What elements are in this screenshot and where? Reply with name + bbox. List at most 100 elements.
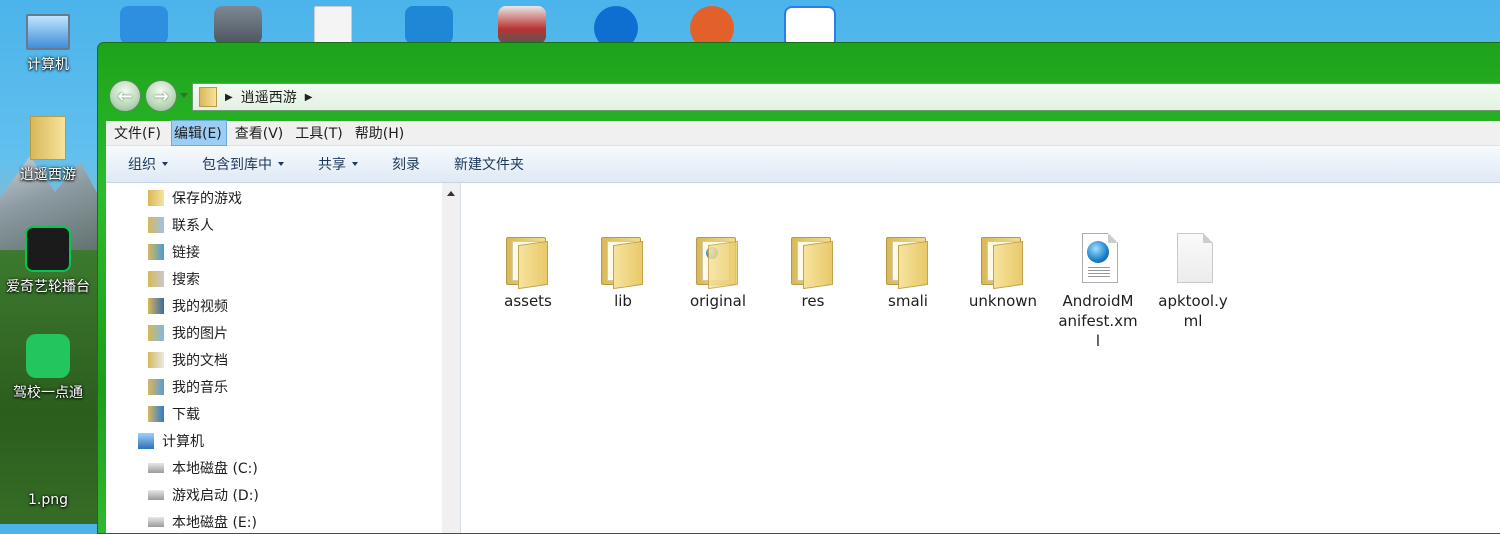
nav-item-drive-e[interactable]: 本地磁盘 (E:): [148, 511, 257, 533]
explorer-window: ← → ▶ 逍遥西游 ▶ 文件(F) 编辑(E) 查看(V) 工具(T) 帮助(…: [97, 42, 1500, 534]
desktop-icon-label: 爱奇艺轮播台: [6, 279, 90, 295]
chevron-down-icon: [162, 162, 168, 166]
folder-icon: [884, 233, 932, 290]
burn-button[interactable]: 刻录: [392, 154, 420, 174]
webpage-icon[interactable]: [498, 6, 546, 44]
desktop-icon-label: 1.png: [27, 492, 68, 508]
nav-item-label: 链接: [172, 245, 200, 261]
folder-icon: [30, 116, 66, 160]
nav-item-label: 搜索: [172, 272, 200, 288]
file-name: assets: [504, 292, 552, 310]
forward-button[interactable]: →: [145, 80, 177, 112]
command-bar: 组织 包含到库中 共享 刻录 新建文件夹: [106, 146, 1500, 183]
file-name: unknown: [968, 292, 1038, 310]
nav-item-drive-c[interactable]: 本地磁盘 (C:): [148, 457, 258, 479]
desktop-icon-label: 驾校一点通: [13, 385, 83, 401]
file-item[interactable]: original: [678, 233, 758, 311]
folder-icon: [504, 233, 552, 290]
folder-icon: [789, 233, 837, 290]
file-list: assets lib original res smali unknown An…: [461, 183, 1500, 533]
folder-icon: [199, 87, 217, 107]
new-folder-button[interactable]: 新建文件夹: [454, 154, 524, 174]
music-icon: [148, 379, 164, 395]
nav-item-label: 本地磁盘 (C:): [172, 461, 258, 477]
menu-edit[interactable]: 编辑(E): [170, 120, 227, 146]
menu-help[interactable]: 帮助(H): [353, 121, 408, 145]
search-icon: [148, 271, 164, 287]
nav-item-label: 我的文档: [172, 353, 228, 369]
file-item[interactable]: lib: [583, 233, 663, 311]
nav-item-saved-games[interactable]: 保存的游戏: [148, 187, 242, 209]
organize-button[interactable]: 组织: [128, 154, 168, 174]
videos-icon: [148, 298, 164, 314]
folder-with-document-icon: [694, 233, 742, 290]
nav-item-drive-d[interactable]: 游戏启动 (D:): [148, 484, 259, 506]
menu-bar: 文件(F) 编辑(E) 查看(V) 工具(T) 帮助(H): [106, 120, 1500, 146]
desktop-icon-png[interactable]: 1.png: [0, 492, 96, 508]
file-item[interactable]: res: [773, 233, 853, 311]
folder-icon: [599, 233, 647, 290]
nav-item-label: 我的音乐: [172, 380, 228, 396]
computer-icon: [138, 433, 154, 449]
arrow-right-icon: →: [153, 85, 169, 107]
menu-view[interactable]: 查看(V): [233, 121, 288, 145]
nav-item-documents[interactable]: 我的文档: [148, 349, 228, 371]
nav-item-label: 游戏启动 (D:): [172, 488, 259, 504]
navigation-scrollbar[interactable]: [442, 183, 461, 533]
folder-icon: [979, 233, 1027, 290]
lock-app-icon[interactable]: [214, 6, 262, 44]
downloads-icon: [148, 406, 164, 422]
nav-item-pictures[interactable]: 我的图片: [148, 322, 228, 344]
desktop-icon-jiaxiao[interactable]: 驾校一点通: [0, 334, 96, 402]
chevron-down-icon: [278, 162, 284, 166]
breadcrumb-segment[interactable]: 逍遥西游: [241, 87, 297, 107]
nav-item-music[interactable]: 我的音乐: [148, 376, 228, 398]
links-icon: [148, 244, 164, 260]
nav-item-links[interactable]: 链接: [148, 241, 200, 263]
contacts-icon: [148, 217, 164, 233]
desktop-icon-computer[interactable]: 计算机: [0, 14, 96, 74]
nav-item-downloads[interactable]: 下载: [148, 403, 200, 425]
file-item[interactable]: AndroidManifest.xml: [1058, 233, 1138, 351]
document-icon[interactable]: [314, 6, 352, 46]
drive-icon: [148, 517, 164, 527]
file-name: lib: [614, 292, 632, 310]
breadcrumb-arrow-icon[interactable]: ▶: [305, 92, 313, 103]
address-bar[interactable]: ▶ 逍遥西游 ▶: [192, 83, 1500, 111]
history-dropdown-icon[interactable]: [180, 93, 188, 98]
file-item[interactable]: assets: [488, 233, 568, 311]
nav-item-videos[interactable]: 我的视频: [148, 295, 228, 317]
nav-item-search[interactable]: 搜索: [148, 268, 200, 290]
documents-icon: [148, 352, 164, 368]
drive-icon: [148, 463, 164, 473]
nav-item-contacts[interactable]: 联系人: [148, 214, 214, 236]
file-name: smali: [888, 292, 928, 310]
desktop-icon-iqiyi[interactable]: 爱奇艺轮播台: [0, 226, 96, 296]
file-item[interactable]: unknown: [963, 233, 1043, 311]
scroll-up-icon[interactable]: [447, 191, 455, 196]
file-name: original: [689, 292, 747, 310]
navigation-pane: 保存的游戏 联系人 链接 搜索 我的视频 我的图片 我的文档 我的音乐 下载 计…: [106, 183, 443, 533]
desktop-icon-label: 计算机: [27, 57, 69, 73]
desktop-icon-folder[interactable]: 逍遥西游: [0, 116, 96, 184]
bug-app-icon[interactable]: [405, 6, 453, 44]
settings-app-icon[interactable]: [120, 6, 168, 44]
menu-file[interactable]: 文件(F): [112, 121, 165, 145]
nav-item-label: 保存的游戏: [172, 191, 242, 207]
back-button[interactable]: ←: [109, 80, 141, 112]
file-item[interactable]: smali: [868, 233, 948, 311]
desktop-icon-label: 逍遥西游: [20, 167, 76, 183]
breadcrumb-arrow-icon[interactable]: ▶: [225, 92, 233, 103]
file-item[interactable]: apktool.yml: [1153, 233, 1233, 331]
organize-label: 组织: [128, 157, 156, 173]
file-name: res: [801, 292, 825, 310]
include-library-button[interactable]: 包含到库中: [202, 154, 284, 174]
menu-tools[interactable]: 工具(T): [293, 121, 346, 145]
share-button[interactable]: 共享: [318, 154, 358, 174]
nav-item-label: 计算机: [162, 434, 204, 450]
nav-item-label: 我的视频: [172, 299, 228, 315]
computer-icon: [26, 14, 70, 50]
nav-item-label: 本地磁盘 (E:): [172, 515, 257, 531]
include-library-label: 包含到库中: [202, 157, 272, 173]
nav-item-computer[interactable]: 计算机: [138, 430, 204, 452]
